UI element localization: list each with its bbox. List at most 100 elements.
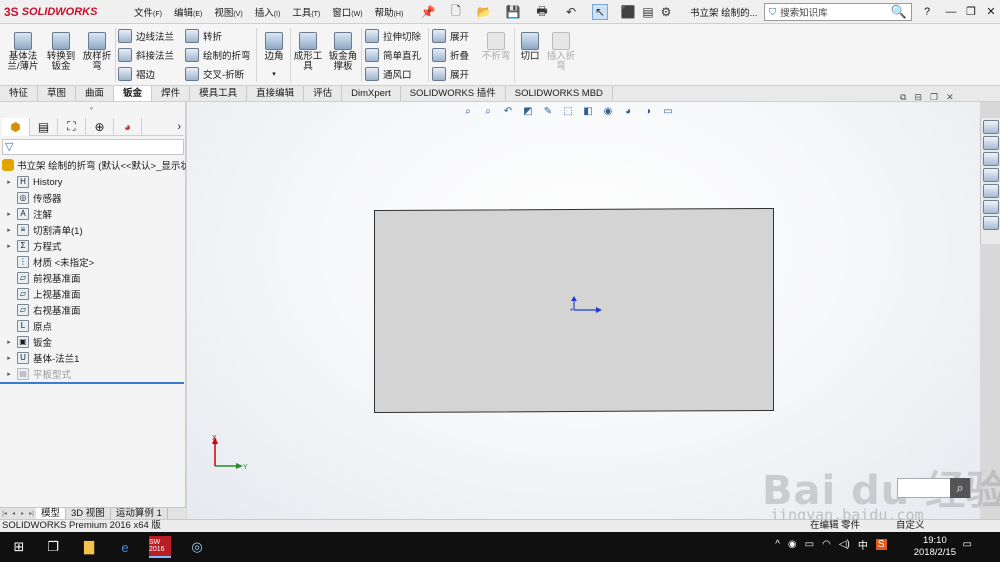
expand-arrow-icon[interactable]: ▸ xyxy=(4,338,14,346)
select-icon[interactable]: ↖ xyxy=(592,4,608,20)
help-button[interactable]: ? xyxy=(918,3,936,21)
forum-icon[interactable] xyxy=(983,216,999,230)
solidworks-logo[interactable]: 3S SOLIDWORKS xyxy=(4,3,116,21)
jog-button[interactable]: 转折 xyxy=(185,28,222,44)
file-properties-icon[interactable]: ▤ xyxy=(640,4,656,20)
panel-handle-icon[interactable]: ⚬ xyxy=(88,104,95,113)
tree-item[interactable]: ▱ 上视基准面 xyxy=(4,286,184,302)
menu-item-2[interactable]: 视图(V) xyxy=(208,5,248,19)
solidworks-taskbar-icon[interactable]: SW 2016 xyxy=(149,536,171,558)
tree-item[interactable]: ▱ 右视基准面 xyxy=(4,302,184,318)
previous-view-icon[interactable]: ↶ xyxy=(500,106,516,120)
no-bends-button[interactable]: 不折弯 xyxy=(480,32,512,62)
tree-item[interactable]: ▸ A 注解 xyxy=(4,206,184,222)
tree-item[interactable]: ⋮ 材质 <未指定> xyxy=(4,254,184,270)
feature-manager-tab-icon[interactable]: ⬢ xyxy=(2,117,30,136)
zoom-to-fit-icon[interactable]: ⌕ xyxy=(460,106,476,120)
appearances-icon[interactable] xyxy=(983,184,999,198)
menu-item-3[interactable]: 插入(I) xyxy=(249,5,287,19)
model-tab-2[interactable]: 运动算例 1 xyxy=(111,508,168,519)
last-tab-icon[interactable]: ▸| xyxy=(27,510,36,517)
zoom-area-icon[interactable]: ⌕ xyxy=(480,106,496,120)
cross-break-button[interactable]: 交叉-折断 xyxy=(185,66,244,82)
dynamic-annotation-icon[interactable]: ✎ xyxy=(540,106,556,120)
expand-arrow-icon[interactable]: ▸ xyxy=(4,178,14,186)
lofted-bend-button[interactable]: 放样折 弯 xyxy=(80,32,114,72)
expand-arrow-icon[interactable]: ▸ xyxy=(4,354,14,362)
vent-button[interactable]: 通风口 xyxy=(365,66,412,82)
tab-1[interactable]: 草图 xyxy=(38,86,77,101)
design-library-icon[interactable] xyxy=(983,136,999,150)
edge-browser-icon[interactable]: e xyxy=(114,536,136,558)
rip-button[interactable]: 切口 xyxy=(518,32,542,62)
next-tab-icon[interactable]: ▸ xyxy=(18,510,27,517)
first-tab-icon[interactable]: |◂ xyxy=(0,510,9,517)
chevron-right-icon[interactable]: › xyxy=(177,121,184,133)
miter-flange-button[interactable]: 斜接法兰 xyxy=(118,47,174,63)
solidworks-resources-icon[interactable] xyxy=(983,120,999,134)
rebuild-icon[interactable]: ⬛ xyxy=(620,4,636,20)
expand-arrow-icon[interactable]: ▸ xyxy=(4,370,14,378)
convert-to-sheet-metal-button[interactable]: 转换到 钣金 xyxy=(44,32,78,72)
custom-properties-icon[interactable] xyxy=(983,200,999,214)
tree-item[interactable]: ▱ 前视基准面 xyxy=(4,270,184,286)
wifi-icon[interactable]: ◠ xyxy=(822,539,831,550)
tab-2[interactable]: 曲面 xyxy=(76,86,115,101)
forming-tool-button[interactable]: 成形工 具 xyxy=(292,32,324,72)
tab-10[interactable]: SOLIDWORKS MBD xyxy=(506,86,613,101)
windows-start-icon[interactable]: ⊞ xyxy=(8,536,30,558)
expand-arrow-icon[interactable]: ▸ xyxy=(4,242,14,250)
menu-item-4[interactable]: 工具(T) xyxy=(286,5,326,19)
unfold-button[interactable]: 展开 xyxy=(432,28,469,44)
save-icon[interactable]: 💾 xyxy=(505,4,521,20)
tab-9[interactable]: SOLIDWORKS 插件 xyxy=(401,86,506,101)
tray-expand-icon[interactable]: ^ xyxy=(775,539,780,550)
task-view-icon[interactable]: ❐ xyxy=(42,536,64,558)
open-icon[interactable]: 📂 xyxy=(476,4,492,20)
sketched-bend-button[interactable]: 绘制的折弯 xyxy=(185,47,251,63)
menu-item-0[interactable]: 文件(F) xyxy=(128,5,168,19)
file-explorer-icon[interactable] xyxy=(983,152,999,166)
tree-item[interactable]: ▸ U 基体-法兰1 xyxy=(4,350,184,366)
file-explorer-taskbar-icon[interactable]: ▇ xyxy=(78,536,100,558)
corners-dropdown-icon[interactable]: ▾ xyxy=(260,70,288,80)
tab-8[interactable]: DimXpert xyxy=(342,86,401,101)
tree-filter-input[interactable]: ▽ xyxy=(2,139,184,155)
viewport-close-icon[interactable]: ✕ xyxy=(946,92,954,103)
corners-button[interactable]: 边角 ▾ xyxy=(260,32,288,80)
viewport-collapse-icon[interactable]: ⧉ xyxy=(900,92,906,103)
volume-icon[interactable]: ◁) xyxy=(839,539,850,550)
tab-5[interactable]: 模具工具 xyxy=(190,86,248,101)
tray-record-icon[interactable]: ◉ xyxy=(788,539,797,550)
tree-item[interactable]: ▸ ▣ 钣金 xyxy=(4,334,184,350)
options-gear-icon[interactable]: ⚙ xyxy=(658,4,674,20)
tree-item[interactable]: ◎ 传感器 xyxy=(4,190,184,206)
taskbar-clock[interactable]: 19:10 2018/2/15 xyxy=(914,535,956,559)
tab-4[interactable]: 焊件 xyxy=(152,86,191,101)
simple-hole-button[interactable]: 简单直孔 xyxy=(365,47,421,63)
status-units-text[interactable]: 自定义 xyxy=(896,520,925,532)
expand-arrow-icon[interactable]: ▸ xyxy=(4,210,14,218)
tab-7[interactable]: 评估 xyxy=(304,86,343,101)
tree-item[interactable]: ▸ H History xyxy=(4,174,184,190)
viewport-restore-icon[interactable]: ❐ xyxy=(930,92,938,103)
notification-icon[interactable]: ▭ xyxy=(963,539,972,550)
sheet-metal-gusset-button[interactable]: 钣金角 撑板 xyxy=(326,32,360,72)
viewport-minimize-icon[interactable]: ⊟ xyxy=(914,92,922,103)
hem-button[interactable]: 褶边 xyxy=(118,66,155,82)
restore-button[interactable]: ❐ xyxy=(962,3,980,21)
search-input[interactable]: ⛉ 搜索知识库 🔍 xyxy=(764,3,912,21)
close-button[interactable]: ✕ xyxy=(982,3,1000,21)
section-view-icon[interactable]: ◩ xyxy=(520,106,536,120)
tree-item[interactable]: ▸ ▤ 平板型式 xyxy=(4,366,184,382)
view-palette-icon[interactable] xyxy=(983,168,999,182)
sogou-ime-icon[interactable]: S xyxy=(875,539,887,550)
app-taskbar-icon[interactable]: ◎ xyxy=(186,536,208,558)
tab-0[interactable]: 特征 xyxy=(0,86,39,101)
search-icon[interactable]: 🔍 xyxy=(891,4,907,20)
edit-appearance-icon[interactable]: ◕ xyxy=(620,106,636,120)
tab-3[interactable]: 钣金 xyxy=(114,86,153,101)
battery-icon[interactable]: ▭ xyxy=(805,539,814,550)
apply-scene-icon[interactable]: ◑ xyxy=(640,106,656,120)
dimxpert-manager-tab-icon[interactable]: ⊕ xyxy=(86,117,114,136)
